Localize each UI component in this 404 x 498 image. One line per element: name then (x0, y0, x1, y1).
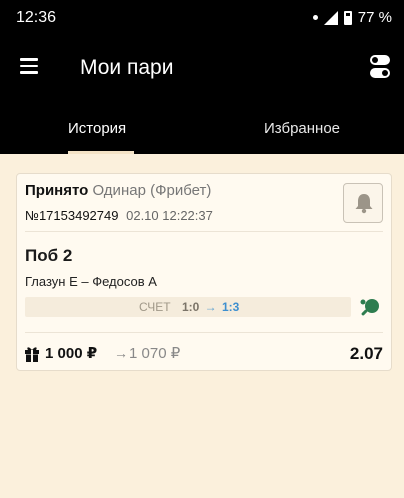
bet-meta: №17153492749 02.10 12:22:37 (25, 208, 213, 223)
notification-dot-icon (312, 15, 318, 20)
match-name: Глазун Е – Федосов А (25, 274, 157, 289)
bet-type: Одинар (Фрибет) (92, 182, 212, 199)
notification-bell-button[interactable] (343, 183, 383, 223)
hamburger-menu-icon[interactable] (20, 58, 38, 74)
bet-odds: 2.07 (349, 344, 383, 363)
payout-arrow: → (114, 345, 128, 361)
battery-percent: 77 % (357, 9, 392, 26)
payout-amount: 1 070 ₽ (129, 345, 181, 362)
bell-icon (355, 194, 373, 214)
status-indicators: 77 % (312, 9, 392, 26)
score-bar: СЧЕТ 1:0 → 1:3 (25, 297, 351, 317)
bet-summary: 1 000 ₽ → 1 070 ₽ 2.07 (25, 344, 383, 364)
bet-status-line: Принято Одинар (Фрибет) (25, 182, 211, 199)
gift-icon (25, 347, 39, 362)
status-time: 12:36 (16, 9, 57, 26)
battery-icon (343, 10, 352, 25)
bet-outcome: Поб 2 (25, 246, 73, 265)
card-divider (25, 332, 383, 333)
signal-icon (323, 10, 338, 25)
bet-card[interactable]: Принято Одинар (Фрибет) №17153492749 02.… (16, 173, 392, 371)
status-bar: 12:36 77 % (0, 0, 404, 36)
tab-history[interactable]: История (68, 120, 126, 137)
score-new: 1:3 (221, 300, 240, 314)
score-label: СЧЕТ (139, 300, 171, 314)
stake-amount: 1 000 ₽ (45, 345, 98, 362)
bet-status: Принято (25, 182, 89, 199)
tab-favorites[interactable]: Избранное (264, 120, 340, 137)
bet-datetime: 02.10 12:22:37 (126, 208, 213, 223)
app-header: Мои пари История Избранное (0, 36, 404, 154)
table-tennis-icon (360, 299, 379, 316)
bet-number: №17153492749 (25, 208, 119, 223)
page-title: Мои пари (80, 56, 174, 79)
active-tab-indicator (68, 151, 134, 154)
toggle-settings-icon[interactable] (370, 55, 390, 79)
score-old: 1:0 (181, 300, 200, 314)
card-divider (25, 231, 383, 232)
score-arrow: → (204, 300, 217, 314)
